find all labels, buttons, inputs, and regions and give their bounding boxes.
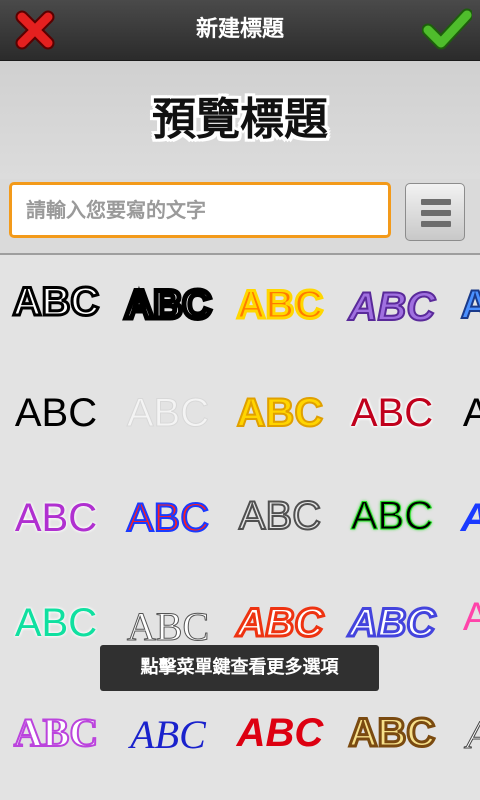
style-option[interactable]: ABC <box>224 270 336 340</box>
style-option[interactable]: ABC <box>336 481 448 551</box>
style-option[interactable]: ABC <box>0 698 112 768</box>
style-option[interactable]: ABC <box>224 698 336 768</box>
style-option[interactable]: ABC <box>112 270 224 340</box>
style-option[interactable]: ABC <box>0 378 112 448</box>
input-row <box>0 179 480 254</box>
title-bar: 新建標題 <box>0 0 480 61</box>
style-option[interactable]: ABC <box>0 588 112 658</box>
style-option[interactable]: ABC <box>224 481 336 551</box>
style-option[interactable]: ABC <box>448 378 480 448</box>
checkmark-icon <box>421 8 474 50</box>
style-option[interactable]: ABC <box>112 378 224 448</box>
menu-button[interactable] <box>405 183 465 241</box>
style-option[interactable]: ABC <box>112 700 224 770</box>
style-grid: ABC ABC ABC ABC ABC ABC ABC ABC ABC ABC … <box>0 255 480 800</box>
style-option[interactable]: ABC <box>0 483 112 553</box>
hint-toast: 點擊菜單鍵查看更多選項 <box>100 645 379 691</box>
style-option[interactable]: ABC <box>336 698 448 768</box>
preview-title: 預覽標題 <box>152 94 328 145</box>
style-option[interactable]: ABC <box>448 270 480 340</box>
style-option[interactable]: ABC <box>448 483 480 553</box>
style-option[interactable]: ABC <box>112 483 224 553</box>
confirm-button[interactable] <box>421 6 474 54</box>
style-option[interactable]: ABC <box>0 267 112 337</box>
style-option[interactable]: ABC <box>448 700 480 770</box>
style-option[interactable]: ABC <box>336 272 448 342</box>
window-title: 新建標題 <box>195 17 284 42</box>
style-option[interactable]: ABC <box>224 378 336 448</box>
title-text-input[interactable] <box>9 182 391 238</box>
style-option[interactable]: ABC <box>336 378 448 448</box>
style-option[interactable]: ABC <box>448 582 480 652</box>
